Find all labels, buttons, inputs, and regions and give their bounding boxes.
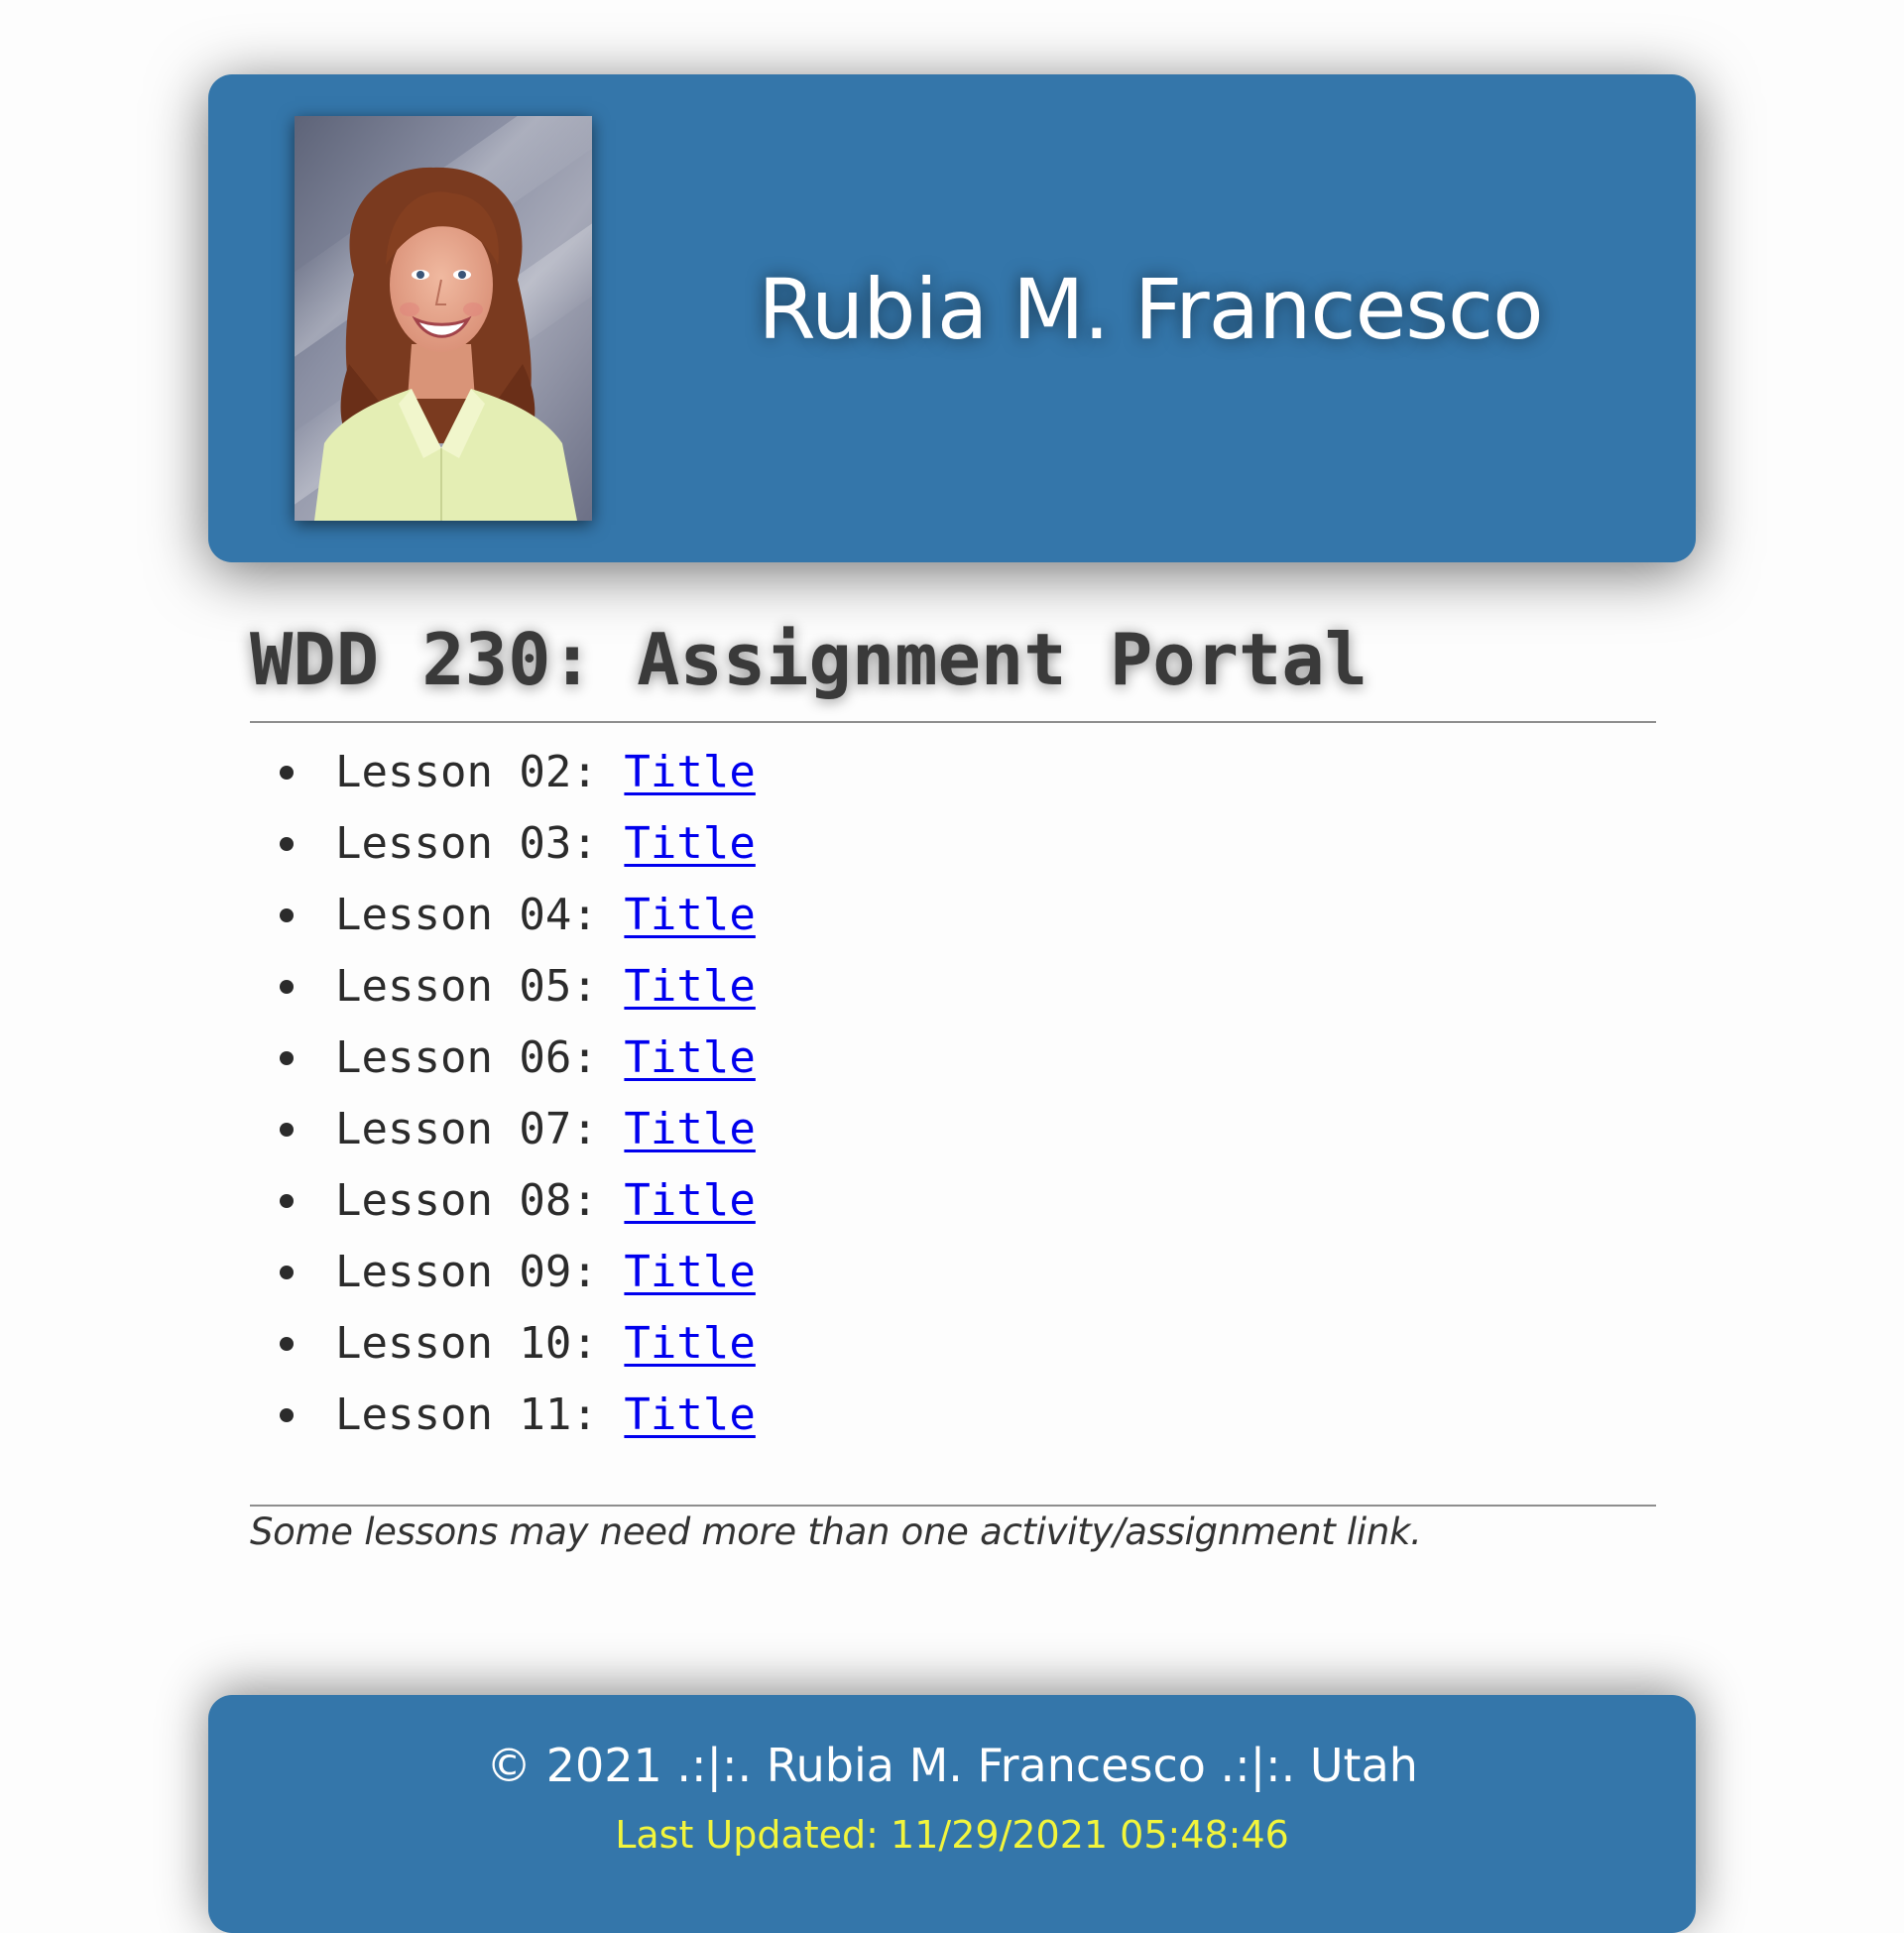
lesson-label: Lesson 09: xyxy=(335,1247,625,1297)
list-item: Lesson 11: Title xyxy=(280,1380,1656,1451)
bullet-icon xyxy=(280,1337,294,1351)
lessons-note: Some lessons may need more than one acti… xyxy=(250,1510,1422,1553)
bullet-icon xyxy=(280,1051,294,1065)
lesson-label: Lesson 05: xyxy=(335,961,625,1012)
bullet-icon xyxy=(280,908,294,922)
list-item: Lesson 05: Title xyxy=(280,951,1656,1023)
lesson-10-title-link[interactable]: Title xyxy=(624,1318,755,1369)
page-title: WDD 230: Assignment Portal xyxy=(250,618,1368,701)
lesson-11-title-link[interactable]: Title xyxy=(624,1389,755,1440)
divider xyxy=(250,721,1656,723)
bullet-icon xyxy=(280,980,294,994)
lesson-07-title-link[interactable]: Title xyxy=(624,1104,755,1154)
list-item: Lesson 06: Title xyxy=(280,1023,1656,1094)
lesson-list: Lesson 02: Title Lesson 03: Title Lesson… xyxy=(250,737,1656,1451)
lesson-08-title-link[interactable]: Title xyxy=(624,1175,755,1226)
lesson-label: Lesson 10: xyxy=(335,1318,625,1369)
site-footer: © 2021 .:|:. Rubia M. Francesco .:|:. Ut… xyxy=(208,1695,1696,1933)
lesson-06-title-link[interactable]: Title xyxy=(624,1032,755,1083)
lesson-02-title-link[interactable]: Title xyxy=(624,747,755,797)
lesson-04-title-link[interactable]: Title xyxy=(624,890,755,940)
lesson-label: Lesson 06: xyxy=(335,1032,625,1083)
lesson-label: Lesson 11: xyxy=(335,1389,625,1440)
lesson-label: Lesson 08: xyxy=(335,1175,625,1226)
bullet-icon xyxy=(280,766,294,780)
bullet-icon xyxy=(280,1408,294,1422)
main-content: WDD 230: Assignment Portal Lesson 02: Ti… xyxy=(250,610,1656,1553)
list-item: Lesson 04: Title xyxy=(280,880,1656,951)
list-item: Lesson 09: Title xyxy=(280,1237,1656,1308)
profile-photo xyxy=(295,116,592,521)
site-name: Rubia M. Francesco xyxy=(758,261,1543,358)
divider xyxy=(250,1505,1656,1507)
lesson-03-title-link[interactable]: Title xyxy=(624,818,755,869)
list-item: Lesson 07: Title xyxy=(280,1094,1656,1165)
list-item: Lesson 03: Title xyxy=(280,808,1656,880)
lesson-label: Lesson 07: xyxy=(335,1104,625,1154)
lesson-05-title-link[interactable]: Title xyxy=(624,961,755,1012)
copyright-text: © 2021 .:|:. Rubia M. Francesco .:|:. Ut… xyxy=(486,1739,1418,1792)
list-item: Lesson 08: Title xyxy=(280,1165,1656,1237)
bullet-icon xyxy=(280,1266,294,1279)
list-item: Lesson 02: Title xyxy=(280,737,1656,808)
lesson-label: Lesson 02: xyxy=(335,747,625,797)
lesson-label: Lesson 03: xyxy=(335,818,625,869)
last-updated-text: Last Updated: 11/29/2021 05:48:46 xyxy=(615,1813,1289,1857)
lesson-09-title-link[interactable]: Title xyxy=(624,1247,755,1297)
bullet-icon xyxy=(280,1194,294,1208)
site-header: Rubia M. Francesco xyxy=(208,74,1696,562)
bullet-icon xyxy=(280,1123,294,1137)
bullet-icon xyxy=(280,837,294,851)
list-item: Lesson 10: Title xyxy=(280,1308,1656,1380)
lesson-label: Lesson 04: xyxy=(335,890,625,940)
